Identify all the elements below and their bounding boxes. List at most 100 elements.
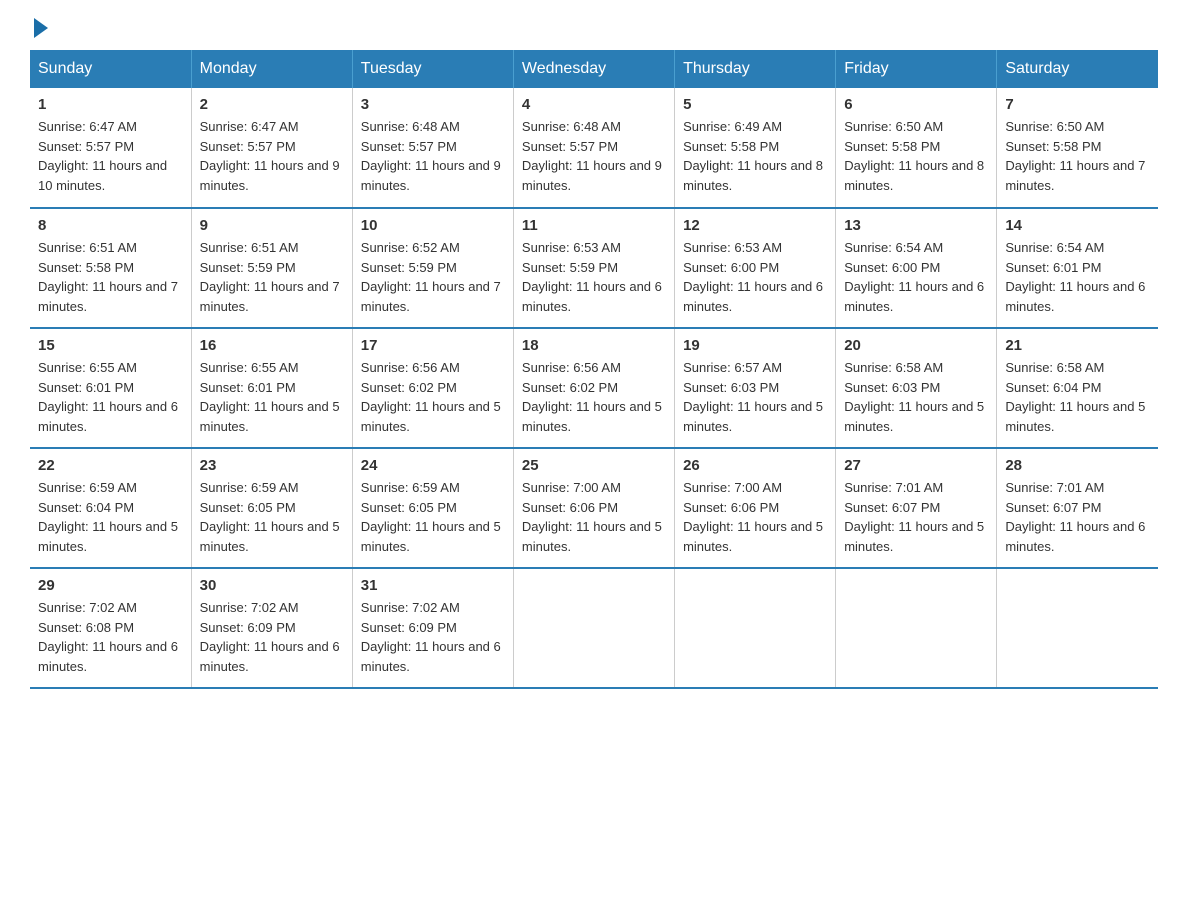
calendar-cell: [675, 568, 836, 688]
calendar-cell: 11 Sunrise: 6:53 AM Sunset: 5:59 PM Dayl…: [513, 208, 674, 328]
day-number: 4: [522, 96, 666, 113]
calendar-week-row: 29 Sunrise: 7:02 AM Sunset: 6:08 PM Dayl…: [30, 568, 1158, 688]
day-info: Sunrise: 6:47 AM Sunset: 5:57 PM Dayligh…: [200, 117, 344, 195]
logo: [30, 20, 48, 34]
calendar-cell: 19 Sunrise: 6:57 AM Sunset: 6:03 PM Dayl…: [675, 328, 836, 448]
day-number: 21: [1005, 337, 1150, 354]
day-header-tuesday: Tuesday: [352, 50, 513, 88]
day-info: Sunrise: 7:00 AM Sunset: 6:06 PM Dayligh…: [683, 478, 827, 556]
day-number: 31: [361, 577, 505, 594]
day-header-sunday: Sunday: [30, 50, 191, 88]
calendar-cell: 16 Sunrise: 6:55 AM Sunset: 6:01 PM Dayl…: [191, 328, 352, 448]
calendar-cell: 1 Sunrise: 6:47 AM Sunset: 5:57 PM Dayli…: [30, 88, 191, 208]
day-info: Sunrise: 7:02 AM Sunset: 6:09 PM Dayligh…: [200, 598, 344, 676]
day-number: 14: [1005, 217, 1150, 234]
calendar-cell: 28 Sunrise: 7:01 AM Sunset: 6:07 PM Dayl…: [997, 448, 1158, 568]
calendar-cell: 17 Sunrise: 6:56 AM Sunset: 6:02 PM Dayl…: [352, 328, 513, 448]
day-number: 2: [200, 96, 344, 113]
day-info: Sunrise: 6:51 AM Sunset: 5:58 PM Dayligh…: [38, 238, 183, 316]
day-info: Sunrise: 6:56 AM Sunset: 6:02 PM Dayligh…: [361, 358, 505, 436]
calendar-cell: 31 Sunrise: 7:02 AM Sunset: 6:09 PM Dayl…: [352, 568, 513, 688]
day-info: Sunrise: 6:58 AM Sunset: 6:04 PM Dayligh…: [1005, 358, 1150, 436]
calendar-cell: 5 Sunrise: 6:49 AM Sunset: 5:58 PM Dayli…: [675, 88, 836, 208]
day-number: 30: [200, 577, 344, 594]
day-info: Sunrise: 6:55 AM Sunset: 6:01 PM Dayligh…: [38, 358, 183, 436]
calendar-cell: [997, 568, 1158, 688]
day-number: 13: [844, 217, 988, 234]
day-info: Sunrise: 6:54 AM Sunset: 6:00 PM Dayligh…: [844, 238, 988, 316]
calendar-cell: 10 Sunrise: 6:52 AM Sunset: 5:59 PM Dayl…: [352, 208, 513, 328]
day-number: 12: [683, 217, 827, 234]
calendar-header-row: SundayMondayTuesdayWednesdayThursdayFrid…: [30, 50, 1158, 88]
day-info: Sunrise: 6:51 AM Sunset: 5:59 PM Dayligh…: [200, 238, 344, 316]
calendar-cell: 21 Sunrise: 6:58 AM Sunset: 6:04 PM Dayl…: [997, 328, 1158, 448]
day-number: 20: [844, 337, 988, 354]
day-info: Sunrise: 6:56 AM Sunset: 6:02 PM Dayligh…: [522, 358, 666, 436]
day-number: 10: [361, 217, 505, 234]
day-header-monday: Monday: [191, 50, 352, 88]
calendar-cell: 27 Sunrise: 7:01 AM Sunset: 6:07 PM Dayl…: [836, 448, 997, 568]
day-number: 24: [361, 457, 505, 474]
calendar-cell: 24 Sunrise: 6:59 AM Sunset: 6:05 PM Dayl…: [352, 448, 513, 568]
calendar-cell: 13 Sunrise: 6:54 AM Sunset: 6:00 PM Dayl…: [836, 208, 997, 328]
calendar-cell: 22 Sunrise: 6:59 AM Sunset: 6:04 PM Dayl…: [30, 448, 191, 568]
day-info: Sunrise: 6:53 AM Sunset: 6:00 PM Dayligh…: [683, 238, 827, 316]
calendar-cell: 9 Sunrise: 6:51 AM Sunset: 5:59 PM Dayli…: [191, 208, 352, 328]
day-info: Sunrise: 6:52 AM Sunset: 5:59 PM Dayligh…: [361, 238, 505, 316]
day-number: 19: [683, 337, 827, 354]
calendar-cell: 3 Sunrise: 6:48 AM Sunset: 5:57 PM Dayli…: [352, 88, 513, 208]
logo-arrow-icon: [34, 18, 48, 38]
day-number: 29: [38, 577, 183, 594]
calendar-cell: 8 Sunrise: 6:51 AM Sunset: 5:58 PM Dayli…: [30, 208, 191, 328]
day-number: 8: [38, 217, 183, 234]
calendar-cell: 12 Sunrise: 6:53 AM Sunset: 6:00 PM Dayl…: [675, 208, 836, 328]
calendar-cell: 7 Sunrise: 6:50 AM Sunset: 5:58 PM Dayli…: [997, 88, 1158, 208]
calendar-cell: 2 Sunrise: 6:47 AM Sunset: 5:57 PM Dayli…: [191, 88, 352, 208]
page-header: [30, 20, 1158, 34]
day-header-wednesday: Wednesday: [513, 50, 674, 88]
day-number: 17: [361, 337, 505, 354]
day-info: Sunrise: 7:00 AM Sunset: 6:06 PM Dayligh…: [522, 478, 666, 556]
calendar-week-row: 22 Sunrise: 6:59 AM Sunset: 6:04 PM Dayl…: [30, 448, 1158, 568]
day-header-friday: Friday: [836, 50, 997, 88]
day-number: 25: [522, 457, 666, 474]
calendar-week-row: 8 Sunrise: 6:51 AM Sunset: 5:58 PM Dayli…: [30, 208, 1158, 328]
calendar-cell: [513, 568, 674, 688]
day-number: 28: [1005, 457, 1150, 474]
day-number: 22: [38, 457, 183, 474]
day-number: 1: [38, 96, 183, 113]
day-info: Sunrise: 7:02 AM Sunset: 6:08 PM Dayligh…: [38, 598, 183, 676]
day-number: 5: [683, 96, 827, 113]
day-number: 9: [200, 217, 344, 234]
day-header-saturday: Saturday: [997, 50, 1158, 88]
day-info: Sunrise: 7:01 AM Sunset: 6:07 PM Dayligh…: [844, 478, 988, 556]
day-info: Sunrise: 6:53 AM Sunset: 5:59 PM Dayligh…: [522, 238, 666, 316]
day-number: 3: [361, 96, 505, 113]
day-number: 11: [522, 217, 666, 234]
calendar-cell: 4 Sunrise: 6:48 AM Sunset: 5:57 PM Dayli…: [513, 88, 674, 208]
calendar-week-row: 1 Sunrise: 6:47 AM Sunset: 5:57 PM Dayli…: [30, 88, 1158, 208]
day-info: Sunrise: 6:50 AM Sunset: 5:58 PM Dayligh…: [844, 117, 988, 195]
day-number: 27: [844, 457, 988, 474]
day-info: Sunrise: 6:50 AM Sunset: 5:58 PM Dayligh…: [1005, 117, 1150, 195]
calendar-cell: 18 Sunrise: 6:56 AM Sunset: 6:02 PM Dayl…: [513, 328, 674, 448]
day-number: 7: [1005, 96, 1150, 113]
day-info: Sunrise: 6:47 AM Sunset: 5:57 PM Dayligh…: [38, 117, 183, 195]
calendar-cell: 30 Sunrise: 7:02 AM Sunset: 6:09 PM Dayl…: [191, 568, 352, 688]
day-number: 16: [200, 337, 344, 354]
day-info: Sunrise: 7:01 AM Sunset: 6:07 PM Dayligh…: [1005, 478, 1150, 556]
day-header-thursday: Thursday: [675, 50, 836, 88]
calendar-cell: 15 Sunrise: 6:55 AM Sunset: 6:01 PM Dayl…: [30, 328, 191, 448]
day-info: Sunrise: 6:55 AM Sunset: 6:01 PM Dayligh…: [200, 358, 344, 436]
calendar-cell: 20 Sunrise: 6:58 AM Sunset: 6:03 PM Dayl…: [836, 328, 997, 448]
calendar-cell: 29 Sunrise: 7:02 AM Sunset: 6:08 PM Dayl…: [30, 568, 191, 688]
day-info: Sunrise: 7:02 AM Sunset: 6:09 PM Dayligh…: [361, 598, 505, 676]
day-number: 15: [38, 337, 183, 354]
day-info: Sunrise: 6:59 AM Sunset: 6:04 PM Dayligh…: [38, 478, 183, 556]
calendar-cell: 23 Sunrise: 6:59 AM Sunset: 6:05 PM Dayl…: [191, 448, 352, 568]
day-info: Sunrise: 6:58 AM Sunset: 6:03 PM Dayligh…: [844, 358, 988, 436]
day-number: 26: [683, 457, 827, 474]
day-number: 18: [522, 337, 666, 354]
day-info: Sunrise: 6:59 AM Sunset: 6:05 PM Dayligh…: [200, 478, 344, 556]
day-number: 23: [200, 457, 344, 474]
